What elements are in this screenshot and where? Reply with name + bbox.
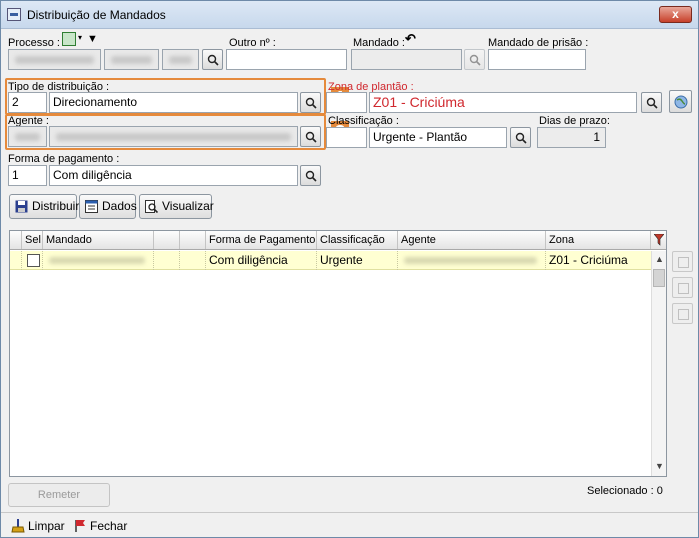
grid-header-indicator xyxy=(10,231,22,249)
visualizar-button[interactable]: Visualizar xyxy=(139,194,214,219)
mandados-grid: Sel Mandado Forma de Pagamento Classific… xyxy=(9,230,667,477)
map-button[interactable] xyxy=(669,90,692,113)
globe-icon xyxy=(674,95,688,109)
zona-plantao-search-button[interactable] xyxy=(641,92,662,113)
paste-icon[interactable] xyxy=(672,277,693,298)
classificacao-field[interactable]: Urgente - Plantão xyxy=(369,127,507,148)
mandado-search-button[interactable] xyxy=(464,49,485,70)
grid-config-icon[interactable] xyxy=(672,303,693,324)
grid-header: Sel Mandado Forma de Pagamento Classific… xyxy=(10,231,666,250)
row-agente-cell xyxy=(398,251,546,270)
grid-header-classificacao[interactable]: Classificação xyxy=(317,231,398,249)
mandado-prisao-field[interactable] xyxy=(488,49,586,70)
grid-header-blank-1[interactable] xyxy=(154,231,180,249)
fechar-button[interactable]: Fechar xyxy=(73,519,127,533)
row-forma-pagamento-cell: Com diligência xyxy=(206,251,317,270)
broom-icon xyxy=(11,519,25,533)
table-row[interactable]: Com diligência Urgente Z01 - Criciúma xyxy=(10,251,651,270)
forma-pagamento-label: Forma de pagamento : xyxy=(8,153,120,165)
distribuir-button[interactable]: Distribuir xyxy=(9,194,80,219)
processo-year-field[interactable] xyxy=(104,49,159,70)
zona-plantao-field[interactable]: Z01 - Criciúma xyxy=(369,92,637,113)
processo-type-icon[interactable] xyxy=(62,32,76,46)
search-icon xyxy=(305,97,317,109)
remeter-button[interactable]: Remeter xyxy=(8,483,110,507)
dias-prazo-field: 1 xyxy=(537,127,606,148)
search-icon xyxy=(515,132,527,144)
outro-numero-field[interactable] xyxy=(226,49,347,70)
classificacao-code-field[interactable] xyxy=(326,127,367,148)
row-classificacao-cell: Urgente xyxy=(317,251,398,270)
processo-label: Processo : xyxy=(8,37,60,49)
fechar-label: Fechar xyxy=(90,519,128,533)
outro-numero-label: Outro nº : xyxy=(229,37,276,49)
title-bar: Distribuição de Mandados x xyxy=(1,1,698,29)
search-icon xyxy=(469,54,481,66)
scroll-up-icon[interactable]: ▲ xyxy=(655,255,664,264)
grid-header-sel[interactable]: Sel xyxy=(22,231,43,249)
tipo-distribuicao-field[interactable]: Direcionamento xyxy=(49,92,298,113)
dados-label: Dados xyxy=(102,199,137,213)
classificacao-label: Classificação : xyxy=(328,115,399,127)
grid-header-zona[interactable]: Zona xyxy=(546,231,651,249)
processo-number-field[interactable] xyxy=(8,49,101,70)
mandado-field[interactable] xyxy=(351,49,462,70)
scroll-down-icon[interactable]: ▼ xyxy=(655,462,664,471)
search-icon xyxy=(305,131,317,143)
save-icon xyxy=(15,200,28,213)
search-icon xyxy=(305,170,317,182)
processo-search-button[interactable] xyxy=(202,49,223,70)
chevron-down-icon[interactable]: ▾ xyxy=(78,34,86,42)
mandado-label: Mandado : xyxy=(353,37,405,49)
agente-code-field[interactable] xyxy=(8,126,47,147)
row-indicator xyxy=(10,251,22,270)
exit-flag-icon xyxy=(75,520,85,532)
processo-comarca-field[interactable] xyxy=(162,49,199,70)
zona-plantao-code-field[interactable] xyxy=(326,92,367,113)
scroll-thumb[interactable] xyxy=(653,269,665,287)
undo-icon[interactable]: ↶ xyxy=(405,32,419,46)
forma-pagamento-code-field[interactable]: 1 xyxy=(8,165,47,186)
grid-header-forma-pagamento[interactable]: Forma de Pagamento xyxy=(206,231,317,249)
data-form-icon xyxy=(85,200,98,213)
mandado-prisao-label: Mandado de prisão : xyxy=(488,37,589,49)
grid-header-agente[interactable]: Agente xyxy=(398,231,546,249)
dados-button[interactable]: Dados xyxy=(79,194,137,219)
selecionado-count: Selecionado : 0 xyxy=(587,485,663,497)
grid-header-blank-2[interactable] xyxy=(180,231,206,249)
agente-field[interactable] xyxy=(49,126,298,147)
grid-vertical-scrollbar[interactable]: ▲ ▼ xyxy=(651,251,666,476)
agente-search-button[interactable] xyxy=(300,126,321,147)
row-select-cell[interactable] xyxy=(22,251,43,270)
preview-icon xyxy=(145,200,158,213)
search-icon xyxy=(646,97,658,109)
dropdown-arrow-icon[interactable]: ▼ xyxy=(87,34,99,45)
row-blank-cell-1 xyxy=(154,251,180,270)
row-blank-cell-2 xyxy=(180,251,206,270)
window-title: Distribuição de Mandados xyxy=(27,8,166,22)
bottom-bar: Limpar Fechar xyxy=(1,512,698,537)
close-button[interactable]: x xyxy=(659,6,692,23)
forma-pagamento-search-button[interactable] xyxy=(300,165,321,186)
limpar-label: Limpar xyxy=(28,519,65,533)
copy-icon[interactable] xyxy=(672,251,693,272)
tipo-distribuicao-code-field[interactable]: 2 xyxy=(8,92,47,113)
filter-icon[interactable] xyxy=(653,233,665,246)
row-zona-cell: Z01 - Criciúma xyxy=(549,253,628,267)
row-select-checkbox[interactable] xyxy=(27,254,40,267)
forma-pagamento-field[interactable]: Com diligência xyxy=(49,165,298,186)
limpar-button[interactable]: Limpar xyxy=(11,519,65,533)
dias-prazo-label: Dias de prazo: xyxy=(539,115,610,127)
distribuir-label: Distribuir xyxy=(32,199,80,213)
distribuicao-mandados-window: Distribuição de Mandados x Processo : ▾ … xyxy=(0,0,699,538)
classificacao-search-button[interactable] xyxy=(510,127,531,148)
search-icon xyxy=(207,54,219,66)
row-mandado-cell xyxy=(43,251,154,270)
grid-header-mandado[interactable]: Mandado xyxy=(43,231,154,249)
visualizar-label: Visualizar xyxy=(162,199,214,213)
app-icon xyxy=(7,8,21,21)
tipo-distribuicao-search-button[interactable] xyxy=(300,92,321,113)
